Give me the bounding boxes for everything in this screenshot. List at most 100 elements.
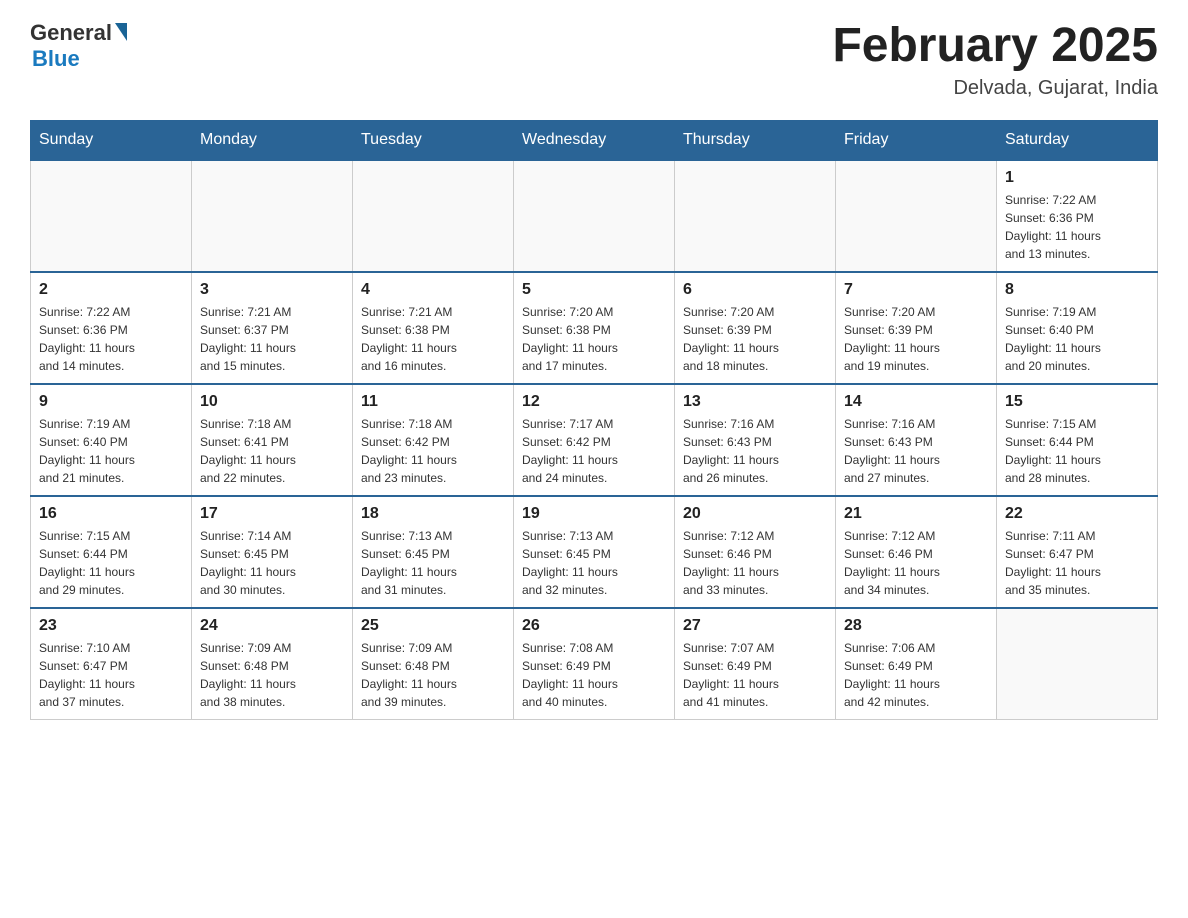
weekday-header: Thursday <box>675 120 836 160</box>
logo-blue-text: Blue <box>32 46 80 72</box>
page-header: General Blue February 2025 Delvada, Guja… <box>30 20 1158 100</box>
calendar-day-cell: 6 Sunrise: 7:20 AM Sunset: 6:39 PM Daylig… <box>675 272 836 384</box>
calendar-day-cell: 17 Sunrise: 7:14 AM Sunset: 6:45 PM Dayli… <box>192 496 353 608</box>
day-info: Sunrise: 7:17 AM Sunset: 6:42 PM Dayligh… <box>522 415 666 487</box>
calendar-day-cell: 21Sunrise: 7:12 AM Sunset: 6:46 PM Dayli… <box>836 496 997 608</box>
day-info: Sunrise: 7:18 AM Sunset: 6:41 PM Dayligh… <box>200 415 344 487</box>
calendar-day-cell <box>997 608 1158 720</box>
calendar-day-cell: 11 Sunrise: 7:18 AM Sunset: 6:42 PM Dayli… <box>353 384 514 496</box>
calendar-day-cell: 22Sunrise: 7:11 AM Sunset: 6:47 PM Dayli… <box>997 496 1158 608</box>
calendar-day-cell: 3 Sunrise: 7:21 AM Sunset: 6:37 PM Daylig… <box>192 272 353 384</box>
day-info: Sunrise: 7:12 AM Sunset: 6:46 PM Dayligh… <box>683 527 827 599</box>
calendar-day-cell: 5 Sunrise: 7:20 AM Sunset: 6:38 PM Daylig… <box>514 272 675 384</box>
day-number: 19 <box>522 505 666 523</box>
day-number: 18 <box>361 505 505 523</box>
day-number: 14 <box>844 393 988 411</box>
day-number: 24 <box>200 617 344 635</box>
day-info: Sunrise: 7:18 AM Sunset: 6:42 PM Dayligh… <box>361 415 505 487</box>
day-info: Sunrise: 7:09 AM Sunset: 6:48 PM Dayligh… <box>361 639 505 711</box>
day-info: Sunrise: 7:08 AM Sunset: 6:49 PM Dayligh… <box>522 639 666 711</box>
day-info: Sunrise: 7:14 AM Sunset: 6:45 PM Dayligh… <box>200 527 344 599</box>
day-info: Sunrise: 7:16 AM Sunset: 6:43 PM Dayligh… <box>844 415 988 487</box>
day-info: Sunrise: 7:10 AM Sunset: 6:47 PM Dayligh… <box>39 639 183 711</box>
calendar-day-cell: 9 Sunrise: 7:19 AM Sunset: 6:40 PM Daylig… <box>31 384 192 496</box>
calendar-day-cell: 27Sunrise: 7:07 AM Sunset: 6:49 PM Dayli… <box>675 608 836 720</box>
calendar-day-cell: 18 Sunrise: 7:13 AM Sunset: 6:45 PM Dayli… <box>353 496 514 608</box>
day-info: Sunrise: 7:22 AM Sunset: 6:36 PM Dayligh… <box>1005 191 1149 263</box>
logo-text: General <box>30 20 127 46</box>
calendar-day-cell: 8 Sunrise: 7:19 AM Sunset: 6:40 PM Daylig… <box>997 272 1158 384</box>
day-info: Sunrise: 7:13 AM Sunset: 6:45 PM Dayligh… <box>522 527 666 599</box>
day-info: Sunrise: 7:11 AM Sunset: 6:47 PM Dayligh… <box>1005 527 1149 599</box>
day-info: Sunrise: 7:20 AM Sunset: 6:39 PM Dayligh… <box>683 303 827 375</box>
calendar-day-cell: 1Sunrise: 7:22 AM Sunset: 6:36 PM Daylig… <box>997 160 1158 272</box>
calendar-day-cell <box>353 160 514 272</box>
calendar-day-cell: 4 Sunrise: 7:21 AM Sunset: 6:38 PM Daylig… <box>353 272 514 384</box>
day-number: 4 <box>361 281 505 299</box>
logo: General Blue <box>30 20 127 72</box>
day-number: 5 <box>522 281 666 299</box>
calendar-week-row: 2 Sunrise: 7:22 AM Sunset: 6:36 PM Daylig… <box>31 272 1158 384</box>
calendar-week-row: 1Sunrise: 7:22 AM Sunset: 6:36 PM Daylig… <box>31 160 1158 272</box>
calendar-week-row: 23 Sunrise: 7:10 AM Sunset: 6:47 PM Dayli… <box>31 608 1158 720</box>
day-number: 2 <box>39 281 183 299</box>
day-number: 9 <box>39 393 183 411</box>
calendar-day-cell: 26 Sunrise: 7:08 AM Sunset: 6:49 PM Dayli… <box>514 608 675 720</box>
day-number: 28 <box>844 617 988 635</box>
weekday-header: Friday <box>836 120 997 160</box>
day-number: 15 <box>1005 393 1149 411</box>
day-number: 21 <box>844 505 988 523</box>
day-number: 8 <box>1005 281 1149 299</box>
day-number: 10 <box>200 393 344 411</box>
calendar-day-cell <box>514 160 675 272</box>
calendar-day-cell: 12 Sunrise: 7:17 AM Sunset: 6:42 PM Dayli… <box>514 384 675 496</box>
calendar-day-cell: 15Sunrise: 7:15 AM Sunset: 6:44 PM Dayli… <box>997 384 1158 496</box>
location-title: Delvada, Gujarat, India <box>832 77 1158 100</box>
day-info: Sunrise: 7:06 AM Sunset: 6:49 PM Dayligh… <box>844 639 988 711</box>
calendar-day-cell <box>836 160 997 272</box>
day-info: Sunrise: 7:20 AM Sunset: 6:39 PM Dayligh… <box>844 303 988 375</box>
calendar-day-cell: 24 Sunrise: 7:09 AM Sunset: 6:48 PM Dayli… <box>192 608 353 720</box>
weekday-header: Monday <box>192 120 353 160</box>
calendar-day-cell: 7 Sunrise: 7:20 AM Sunset: 6:39 PM Daylig… <box>836 272 997 384</box>
day-number: 11 <box>361 393 505 411</box>
weekday-header: Tuesday <box>353 120 514 160</box>
day-info: Sunrise: 7:20 AM Sunset: 6:38 PM Dayligh… <box>522 303 666 375</box>
day-number: 23 <box>39 617 183 635</box>
day-number: 3 <box>200 281 344 299</box>
day-number: 26 <box>522 617 666 635</box>
day-info: Sunrise: 7:19 AM Sunset: 6:40 PM Dayligh… <box>39 415 183 487</box>
calendar-day-cell: 13Sunrise: 7:16 AM Sunset: 6:43 PM Dayli… <box>675 384 836 496</box>
calendar-header-row: SundayMondayTuesdayWednesdayThursdayFrid… <box>31 120 1158 160</box>
calendar-week-row: 16 Sunrise: 7:15 AM Sunset: 6:44 PM Dayli… <box>31 496 1158 608</box>
day-info: Sunrise: 7:22 AM Sunset: 6:36 PM Dayligh… <box>39 303 183 375</box>
day-number: 20 <box>683 505 827 523</box>
calendar-day-cell: 10 Sunrise: 7:18 AM Sunset: 6:41 PM Dayli… <box>192 384 353 496</box>
weekday-header: Sunday <box>31 120 192 160</box>
day-number: 27 <box>683 617 827 635</box>
title-area: February 2025 Delvada, Gujarat, India <box>832 20 1158 100</box>
day-number: 12 <box>522 393 666 411</box>
calendar-day-cell <box>31 160 192 272</box>
day-info: Sunrise: 7:21 AM Sunset: 6:38 PM Dayligh… <box>361 303 505 375</box>
calendar-day-cell: 25 Sunrise: 7:09 AM Sunset: 6:48 PM Dayli… <box>353 608 514 720</box>
day-info: Sunrise: 7:09 AM Sunset: 6:48 PM Dayligh… <box>200 639 344 711</box>
day-number: 6 <box>683 281 827 299</box>
calendar-day-cell: 16 Sunrise: 7:15 AM Sunset: 6:44 PM Dayli… <box>31 496 192 608</box>
calendar-table: SundayMondayTuesdayWednesdayThursdayFrid… <box>30 120 1158 720</box>
day-number: 17 <box>200 505 344 523</box>
day-number: 16 <box>39 505 183 523</box>
month-title: February 2025 <box>832 20 1158 73</box>
calendar-day-cell: 19 Sunrise: 7:13 AM Sunset: 6:45 PM Dayli… <box>514 496 675 608</box>
calendar-day-cell: 20 Sunrise: 7:12 AM Sunset: 6:46 PM Dayli… <box>675 496 836 608</box>
day-number: 25 <box>361 617 505 635</box>
day-number: 7 <box>844 281 988 299</box>
day-info: Sunrise: 7:13 AM Sunset: 6:45 PM Dayligh… <box>361 527 505 599</box>
day-info: Sunrise: 7:21 AM Sunset: 6:37 PM Dayligh… <box>200 303 344 375</box>
calendar-day-cell: 14 Sunrise: 7:16 AM Sunset: 6:43 PM Dayli… <box>836 384 997 496</box>
day-info: Sunrise: 7:19 AM Sunset: 6:40 PM Dayligh… <box>1005 303 1149 375</box>
calendar-day-cell <box>675 160 836 272</box>
calendar-day-cell <box>192 160 353 272</box>
logo-arrow-icon <box>115 23 127 41</box>
day-info: Sunrise: 7:15 AM Sunset: 6:44 PM Dayligh… <box>39 527 183 599</box>
